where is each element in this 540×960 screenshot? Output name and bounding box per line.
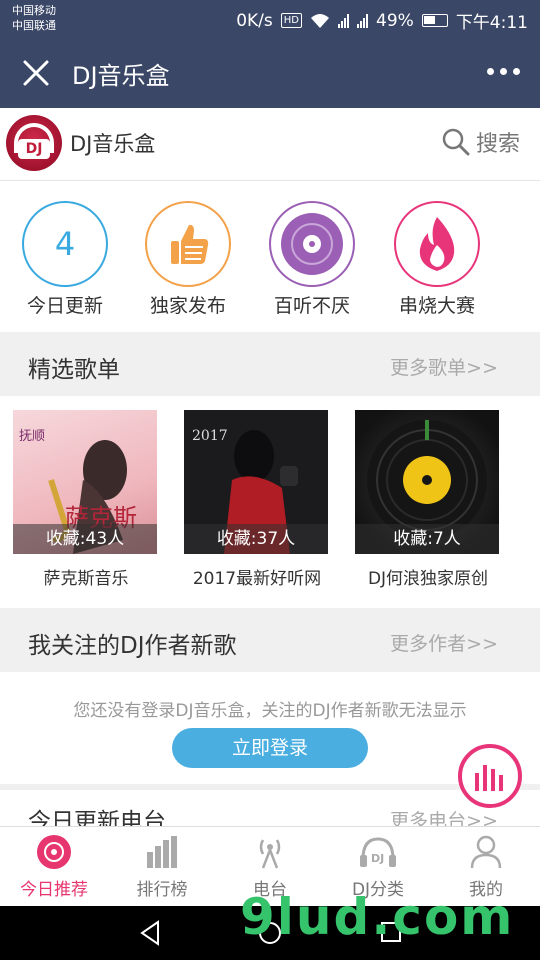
battery-icon xyxy=(421,14,448,27)
tab-label: 今日推荐 xyxy=(20,880,88,900)
section-header-playlists: 精选歌单 更多歌单>> xyxy=(0,334,540,396)
wifi-icon xyxy=(311,13,330,28)
svg-text:2017: 2017 xyxy=(192,428,228,444)
today-update-count: 4 xyxy=(54,225,76,263)
playlist-fav-count: 收藏:43人 xyxy=(13,524,157,554)
login-button[interactable]: 立即登录 xyxy=(172,728,368,768)
back-icon[interactable] xyxy=(138,920,162,946)
quick-item-favorites[interactable]: 百听不厌 xyxy=(262,201,362,318)
watermark-logo: 9lud.com xyxy=(240,888,515,946)
floating-player-button[interactable] xyxy=(458,744,522,808)
playlist-card[interactable]: 2017 收藏:37人 2017最新好听网 xyxy=(184,410,330,589)
quick-item-label: 今日更新 xyxy=(26,295,103,317)
playlist-cover: 2017 收藏:37人 xyxy=(184,410,328,554)
playlist-name: 萨克斯音乐 xyxy=(43,569,129,589)
quick-entries: 4 今日更新 独家发布 百听不厌 串烧大赛 xyxy=(0,180,540,332)
playlist-name: 2017最新好听网 xyxy=(192,569,322,589)
playlist-cover: 收藏:7人 xyxy=(355,410,499,554)
tab-label: 排行榜 xyxy=(136,880,188,900)
carrier-2: 中国联通 xyxy=(12,19,56,32)
quick-item-label: 独家发布 xyxy=(149,295,226,317)
headphones-dj-icon: DJ xyxy=(324,833,432,871)
quick-item-exclusive[interactable]: 独家发布 xyxy=(138,201,238,318)
tab-ranking[interactable]: 排行榜 xyxy=(108,833,216,900)
record-icon xyxy=(0,833,108,871)
search-icon xyxy=(442,128,470,156)
playlist-name: DJ何浪独家原创 xyxy=(367,569,489,589)
user-icon xyxy=(432,833,540,871)
app-header: DJ DJ音乐盒 搜索 xyxy=(0,108,540,180)
quick-item-medley[interactable]: 串烧大赛 xyxy=(387,201,487,318)
search-label: 搜索 xyxy=(475,132,520,157)
close-icon[interactable] xyxy=(22,59,50,87)
battery-percent: 49% xyxy=(376,10,414,31)
playlist-fav-count: 收藏:7人 xyxy=(355,524,499,554)
hd-badge: HD xyxy=(280,13,303,28)
playlist-list: 萨克斯 抚顺 收藏:43人 萨克斯音乐 2017 收藏:37人 2017最新好听… xyxy=(0,396,540,608)
radio-tower-icon xyxy=(216,833,324,871)
quick-item-label: 串烧大赛 xyxy=(398,295,475,317)
more-playlists-link[interactable]: 更多歌单>> xyxy=(390,353,498,380)
quick-item-label: 百听不厌 xyxy=(273,295,350,317)
more-menu-icon[interactable] xyxy=(487,68,520,75)
playlist-card[interactable]: 萨克斯 抚顺 收藏:43人 萨克斯音乐 xyxy=(13,410,159,589)
playlist-cover: 萨克斯 抚顺 收藏:43人 xyxy=(13,410,157,554)
app-logo: DJ xyxy=(6,115,62,171)
section-title: 精选歌单 xyxy=(28,357,120,383)
playlist-card[interactable]: 收藏:7人 DJ何浪独家原创 xyxy=(355,410,501,589)
search-button[interactable]: 搜索 xyxy=(442,126,520,158)
nav-title: DJ音乐盒 xyxy=(72,62,170,90)
section-header-authors: 我关注的DJ作者新歌 更多作者>> xyxy=(0,610,540,672)
equalizer-icon xyxy=(475,765,503,791)
quick-item-today-update[interactable]: 4 今日更新 xyxy=(15,201,115,318)
bar-chart-icon xyxy=(108,833,216,871)
playlist-fav-count: 收藏:37人 xyxy=(184,524,328,554)
calendar-number-icon: 4 xyxy=(22,201,108,287)
status-bar: 中国移动 中国联通 0K/s HD 49% 下午4:11 xyxy=(0,0,540,38)
clock: 下午4:11 xyxy=(455,13,528,33)
network-speed: 0K/s xyxy=(236,10,273,31)
more-authors-link[interactable]: 更多作者>> xyxy=(390,629,498,656)
signal-icon-2 xyxy=(357,13,369,28)
app-name: DJ音乐盒 xyxy=(70,132,156,156)
thumbs-up-icon xyxy=(145,201,231,287)
signal-icon xyxy=(338,13,350,28)
carrier-1: 中国移动 xyxy=(12,4,56,17)
svg-text:抚顺: 抚顺 xyxy=(19,429,45,444)
tab-today-recommend[interactable]: 今日推荐 xyxy=(0,833,108,900)
status-right: 0K/s HD 49% 下午4:11 xyxy=(236,8,528,34)
carrier-names: 中国移动 中国联通 xyxy=(12,3,56,33)
nav-bar: DJ音乐盒 xyxy=(0,38,540,108)
flame-icon xyxy=(394,201,480,287)
login-tip: 您还没有登录DJ音乐盒，关注的DJ作者新歌无法显示 xyxy=(73,701,467,721)
section-title: 我关注的DJ作者新歌 xyxy=(28,633,237,659)
disc-icon xyxy=(269,201,355,287)
svg-text:DJ: DJ xyxy=(371,852,384,865)
